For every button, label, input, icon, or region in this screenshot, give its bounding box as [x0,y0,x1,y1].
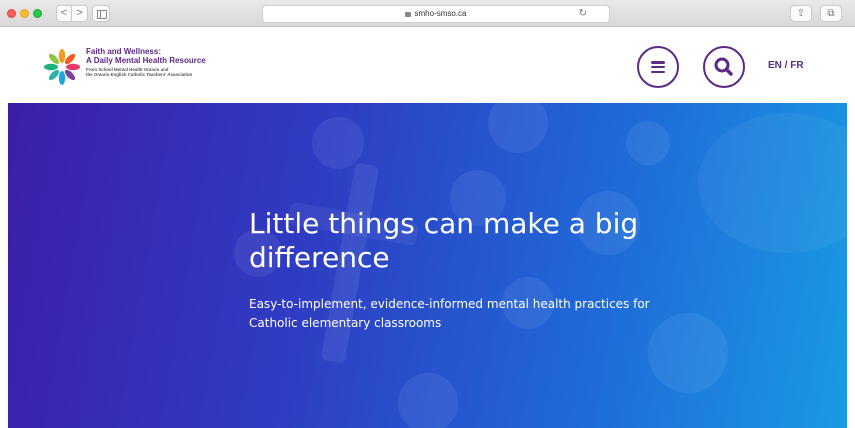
hero-title: Little things can make a big difference [249,207,639,274]
lock-icon [405,12,412,17]
site-logo-text[interactable]: Faith and Wellness: A Daily Mental Healt… [86,47,246,78]
reload-button[interactable]: ↻ [579,6,587,22]
hero-banner: Little things can make a big difference … [8,103,847,428]
language-toggle[interactable]: EN / FR [768,60,804,71]
sidebar-toggle-button[interactable] [92,5,110,22]
logo-subtitle-line2: the Ontario English Catholic Teachers' A… [86,72,193,78]
minimize-window-button[interactable] [20,9,29,18]
site-header: Faith and Wellness: A Daily Mental Healt… [0,27,855,103]
forward-button[interactable]: > [72,5,88,22]
hamburger-menu-icon [651,61,665,74]
zoom-window-button[interactable] [33,9,42,18]
address-bar[interactable]: smho-smso.ca ↻ [262,5,610,23]
share-button[interactable]: ⇧ [790,5,812,22]
flower-logo-icon[interactable] [44,49,80,85]
search-button[interactable] [703,46,745,88]
menu-button[interactable] [637,46,679,88]
hero-subtitle: Easy-to-implement, evidence-informed men… [249,297,650,330]
back-button[interactable]: < [56,5,72,22]
show-tabs-button[interactable]: ⧉ [820,5,842,22]
close-window-button[interactable] [7,9,16,18]
logo-title-line2: A Daily Mental Health Resource [86,55,206,65]
browser-toolbar: < > smho-smso.ca ↻ ⇧ ⧉ [0,0,855,27]
url-text: smho-smso.ca [414,9,467,18]
magnifier-search-icon [714,57,733,76]
window-edge [847,27,855,428]
